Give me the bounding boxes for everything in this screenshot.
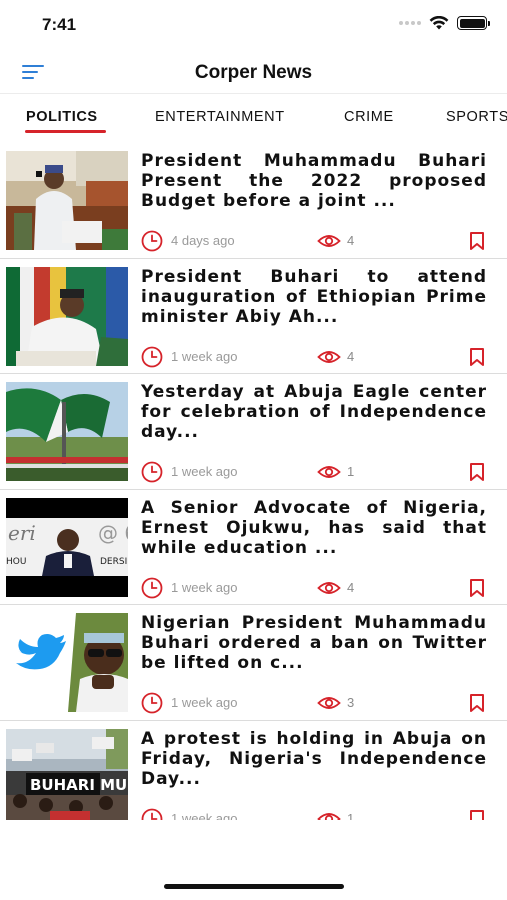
clock-icon [141, 577, 163, 598]
eye-icon [317, 812, 341, 820]
cellular-signal-icon [399, 21, 421, 25]
tab-sports[interactable]: SPORTS [446, 109, 507, 125]
svg-text:@ 6: @ 6 [98, 521, 128, 545]
clock-icon [141, 808, 163, 820]
status-bar: 7:41 [0, 0, 507, 50]
eye-icon [317, 581, 341, 594]
article-thumbnail [6, 266, 128, 366]
clock-icon [141, 692, 163, 714]
clock-icon [141, 346, 163, 367]
article-time: 1 week ago [171, 348, 238, 364]
article-meta: 1 week ago 1 [141, 460, 487, 483]
article-time: 1 week ago [171, 464, 238, 479]
article-headline[interactable]: A protest is holding in Abuja on Friday,… [141, 729, 487, 789]
bookmark-icon[interactable] [467, 578, 487, 598]
article-item[interactable]: BUHARI MU A protest is holding in Abuja … [0, 721, 507, 821]
article-meta: 1 week ago 3 [141, 691, 487, 714]
article-item[interactable]: Nigerian President Muhammadu Buhari orde… [0, 605, 507, 721]
svg-text:BUHARI MU: BUHARI MU [30, 776, 127, 794]
svg-text:eri: eri [8, 521, 36, 545]
article-time: 1 week ago [171, 695, 238, 710]
battery-icon [457, 16, 490, 30]
bookmark-icon[interactable] [467, 347, 487, 367]
category-tabs: POLITICS ENTERTAINMENT CRIME SPORTS [0, 94, 507, 142]
active-tab-indicator [25, 130, 106, 133]
article-list: President Muhammadu Buhari Present the 2… [0, 143, 507, 820]
article-headline[interactable]: President Muhammadu Buhari Present the 2… [141, 151, 487, 211]
view-count: 4 [347, 233, 355, 248]
article-meta: 1 week ago 1 [141, 807, 487, 821]
clock-icon [141, 461, 163, 483]
view-count: 4 [347, 348, 355, 364]
view-count: 3 [347, 695, 355, 710]
eye-icon [317, 697, 341, 709]
article-meta: 4 days ago 4 [141, 229, 487, 252]
article-item[interactable]: President Buhari to attend inauguration … [0, 259, 507, 374]
article-meta: 1 week ago 4 [141, 345, 487, 367]
article-thumbnail [6, 382, 128, 481]
view-count: 1 [347, 464, 355, 479]
article-meta: 1 week ago 4 [141, 576, 487, 598]
bookmark-icon[interactable] [467, 809, 487, 821]
article-item[interactable]: President Muhammadu Buhari Present the 2… [0, 143, 507, 259]
eye-icon [317, 350, 341, 363]
view-count: 1 [347, 810, 355, 821]
eye-icon [317, 235, 341, 247]
app-title: Corper News [194, 62, 313, 83]
view-count: 4 [347, 579, 355, 595]
clock-icon [141, 230, 163, 252]
bookmark-icon[interactable] [467, 462, 487, 482]
tab-crime[interactable]: CRIME [344, 109, 394, 125]
article-time: 1 week ago [171, 810, 238, 821]
home-indicator[interactable] [164, 884, 344, 889]
article-time: 4 days ago [171, 233, 235, 248]
article-thumbnail: BUHARI MU [6, 728, 128, 820]
article-headline[interactable]: A Senior Advocate of Nigeria, Ernest Oju… [141, 498, 487, 558]
article-thumbnail [6, 613, 128, 712]
tab-entertainment[interactable]: ENTERTAINMENT [155, 109, 285, 125]
article-thumbnail [6, 151, 128, 250]
svg-text:HOU: HOU [6, 557, 26, 567]
article-time: 1 week ago [171, 579, 238, 595]
article-headline[interactable]: Nigerian President Muhammadu Buhari orde… [141, 613, 487, 673]
wifi-icon [429, 16, 449, 30]
bookmark-icon[interactable] [467, 231, 487, 251]
eye-icon [317, 466, 341, 478]
nav-bar: Corper News [0, 50, 507, 94]
article-item[interactable]: Yesterday at Abuja Eagle center for cele… [0, 374, 507, 490]
article-item[interactable]: eri @ 6 HOU DERSI A Senior Advocate of N… [0, 490, 507, 605]
article-thumbnail: eri @ 6 HOU DERSI [6, 497, 128, 597]
article-headline[interactable]: President Buhari to attend inauguration … [141, 267, 487, 327]
svg-text:DERSI: DERSI [100, 557, 127, 567]
tab-politics[interactable]: POLITICS [26, 109, 98, 125]
status-icons [399, 16, 490, 30]
article-headline[interactable]: Yesterday at Abuja Eagle center for cele… [141, 382, 487, 442]
status-time: 7:41 [42, 15, 77, 34]
bookmark-icon[interactable] [467, 693, 487, 713]
